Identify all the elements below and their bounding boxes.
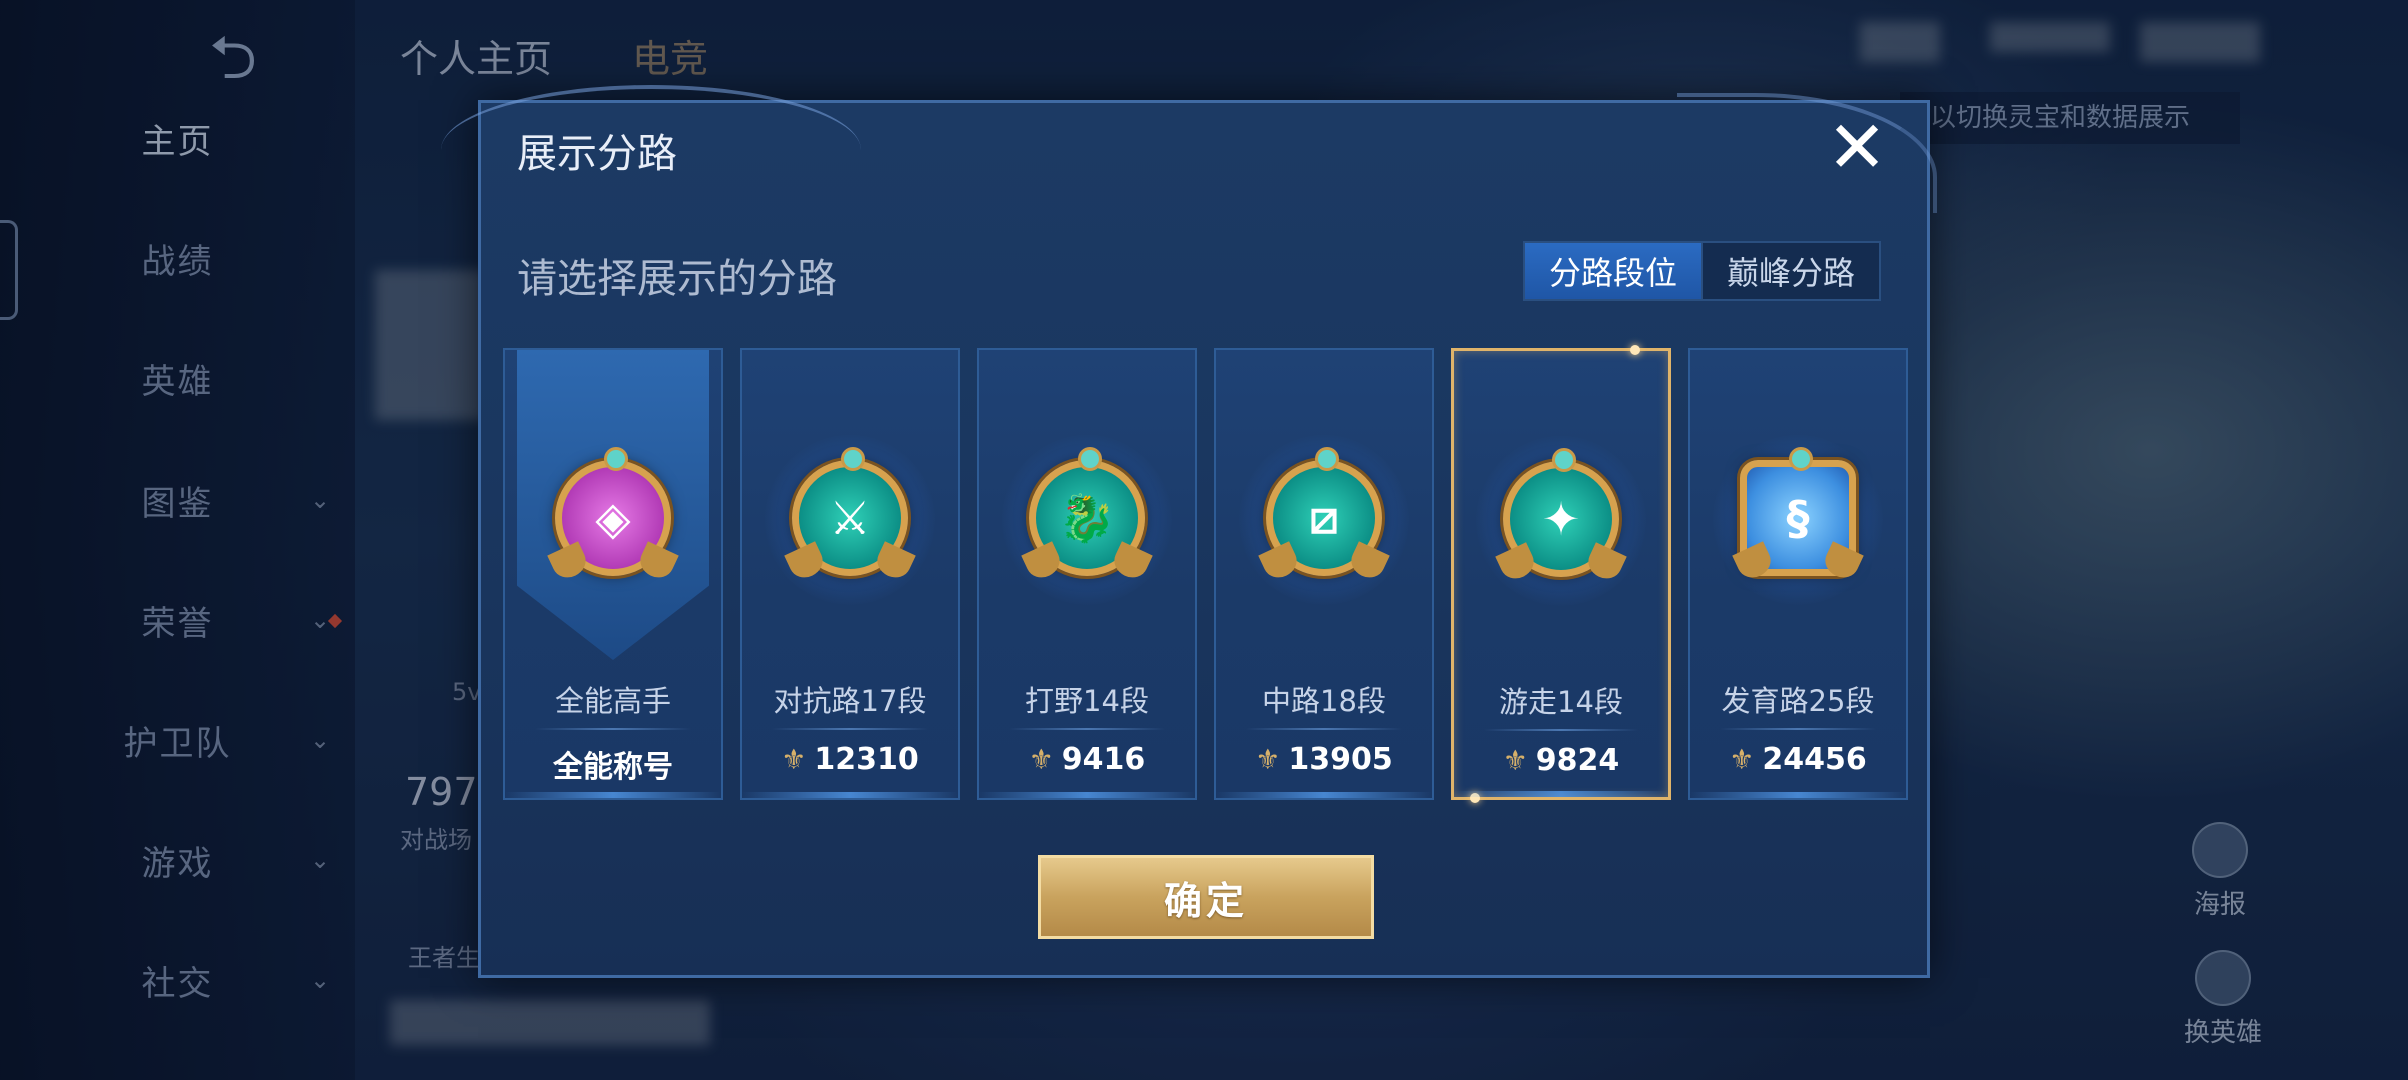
all-round-icon: ◈ (547, 447, 679, 583)
lane-card[interactable]: 🐉 打野14段 ⚜ 9416 (977, 348, 1197, 800)
jungle-dragon-icon: 🐉 (1021, 447, 1153, 583)
divider (1720, 728, 1876, 730)
lane-label: 打野14段 (1025, 684, 1149, 718)
farm-lane-icon: § (1732, 447, 1864, 583)
lane-card[interactable]: § 发育路25段 ⚜ 24456 (1688, 348, 1908, 800)
lane-score: ⚜ 9416 (979, 742, 1195, 777)
game-screen: ⮌ 主页 战绩 英雄 图鉴 ⌄ 荣誉 ⌄ 护卫队 ⌄ 游戏 ⌄ 社交 ⌄ 个人主页 电竞 以切换灵宝和数… (0, 0, 2408, 1080)
lane-mode-toggle: 分路段位 巅峰分路 (1523, 241, 1881, 301)
lane-label: 中路18段 (1262, 684, 1386, 718)
score-icon: ⚜ (1255, 743, 1281, 776)
divider (1246, 728, 1402, 730)
score-value: 全能称号 (553, 750, 673, 785)
clash-lane-icon: ⚔ (784, 447, 916, 583)
lane-label: 游走14段 (1499, 685, 1623, 719)
divider (772, 728, 928, 730)
lane-score: ⚜ 9824 (1454, 743, 1668, 778)
lane-score: 全能称号 (505, 742, 721, 786)
close-icon[interactable]: ✕ (1825, 111, 1889, 183)
lane-card[interactable]: ✦ 游走14段 ⚜ 9824 (1451, 345, 1671, 803)
lane-score: ⚜ 12310 (742, 742, 958, 777)
score-icon: ⚜ (1729, 743, 1755, 776)
tab-lane-rank[interactable]: 分路段位 (1525, 243, 1703, 299)
lane-cards: ◈ 全能高手 全能称号 ⚔ 对抗路17段 ⚜ 12310 🐉 打野14段 ⚜ 9416 ⧄ 中路18段 ⚜… (503, 345, 1911, 803)
dialog-title: 展示分路 (517, 131, 677, 177)
lane-score: ⚜ 24456 (1690, 742, 1906, 777)
lane-label: 发育路25段 (1721, 684, 1875, 718)
score-value: 12310 (814, 742, 919, 777)
score-value: 13905 (1288, 742, 1393, 777)
score-icon: ⚜ (1502, 744, 1528, 777)
lane-card[interactable]: ◈ 全能高手全能称号 (503, 348, 723, 800)
score-icon: ⚜ (781, 743, 807, 776)
lane-label: 对抗路17段 (773, 684, 927, 718)
tab-peak-lane[interactable]: 巅峰分路 (1703, 243, 1879, 299)
lane-display-dialog: 展示分路 ✕ 请选择展示的分路 分路段位 巅峰分路 ◈ 全能高手全能称号 ⚔ 对抗路1… (441, 85, 1937, 978)
score-icon: ⚜ (1028, 743, 1054, 776)
lane-card[interactable]: ⚔ 对抗路17段 ⚜ 12310 (740, 348, 960, 800)
mid-lane-icon: ⧄ (1258, 447, 1390, 583)
roam-wings-icon: ✦ (1495, 448, 1627, 584)
selection-sparkle (1630, 345, 1640, 355)
score-value: 9824 (1535, 743, 1620, 778)
dialog-subtitle: 请选择展示的分路 (517, 256, 837, 302)
score-value: 9416 (1061, 742, 1146, 777)
confirm-button[interactable]: 确定 (1038, 855, 1374, 939)
selection-sparkle (1470, 793, 1480, 803)
score-value: 24456 (1762, 742, 1867, 777)
lane-card[interactable]: ⧄ 中路18段 ⚜ 13905 (1214, 348, 1434, 800)
lane-label: 全能高手 (554, 684, 671, 718)
divider (1009, 728, 1165, 730)
lane-score: ⚜ 13905 (1216, 742, 1432, 777)
cloud-ornament (1677, 93, 1937, 213)
divider (535, 728, 691, 730)
divider (1484, 729, 1638, 731)
